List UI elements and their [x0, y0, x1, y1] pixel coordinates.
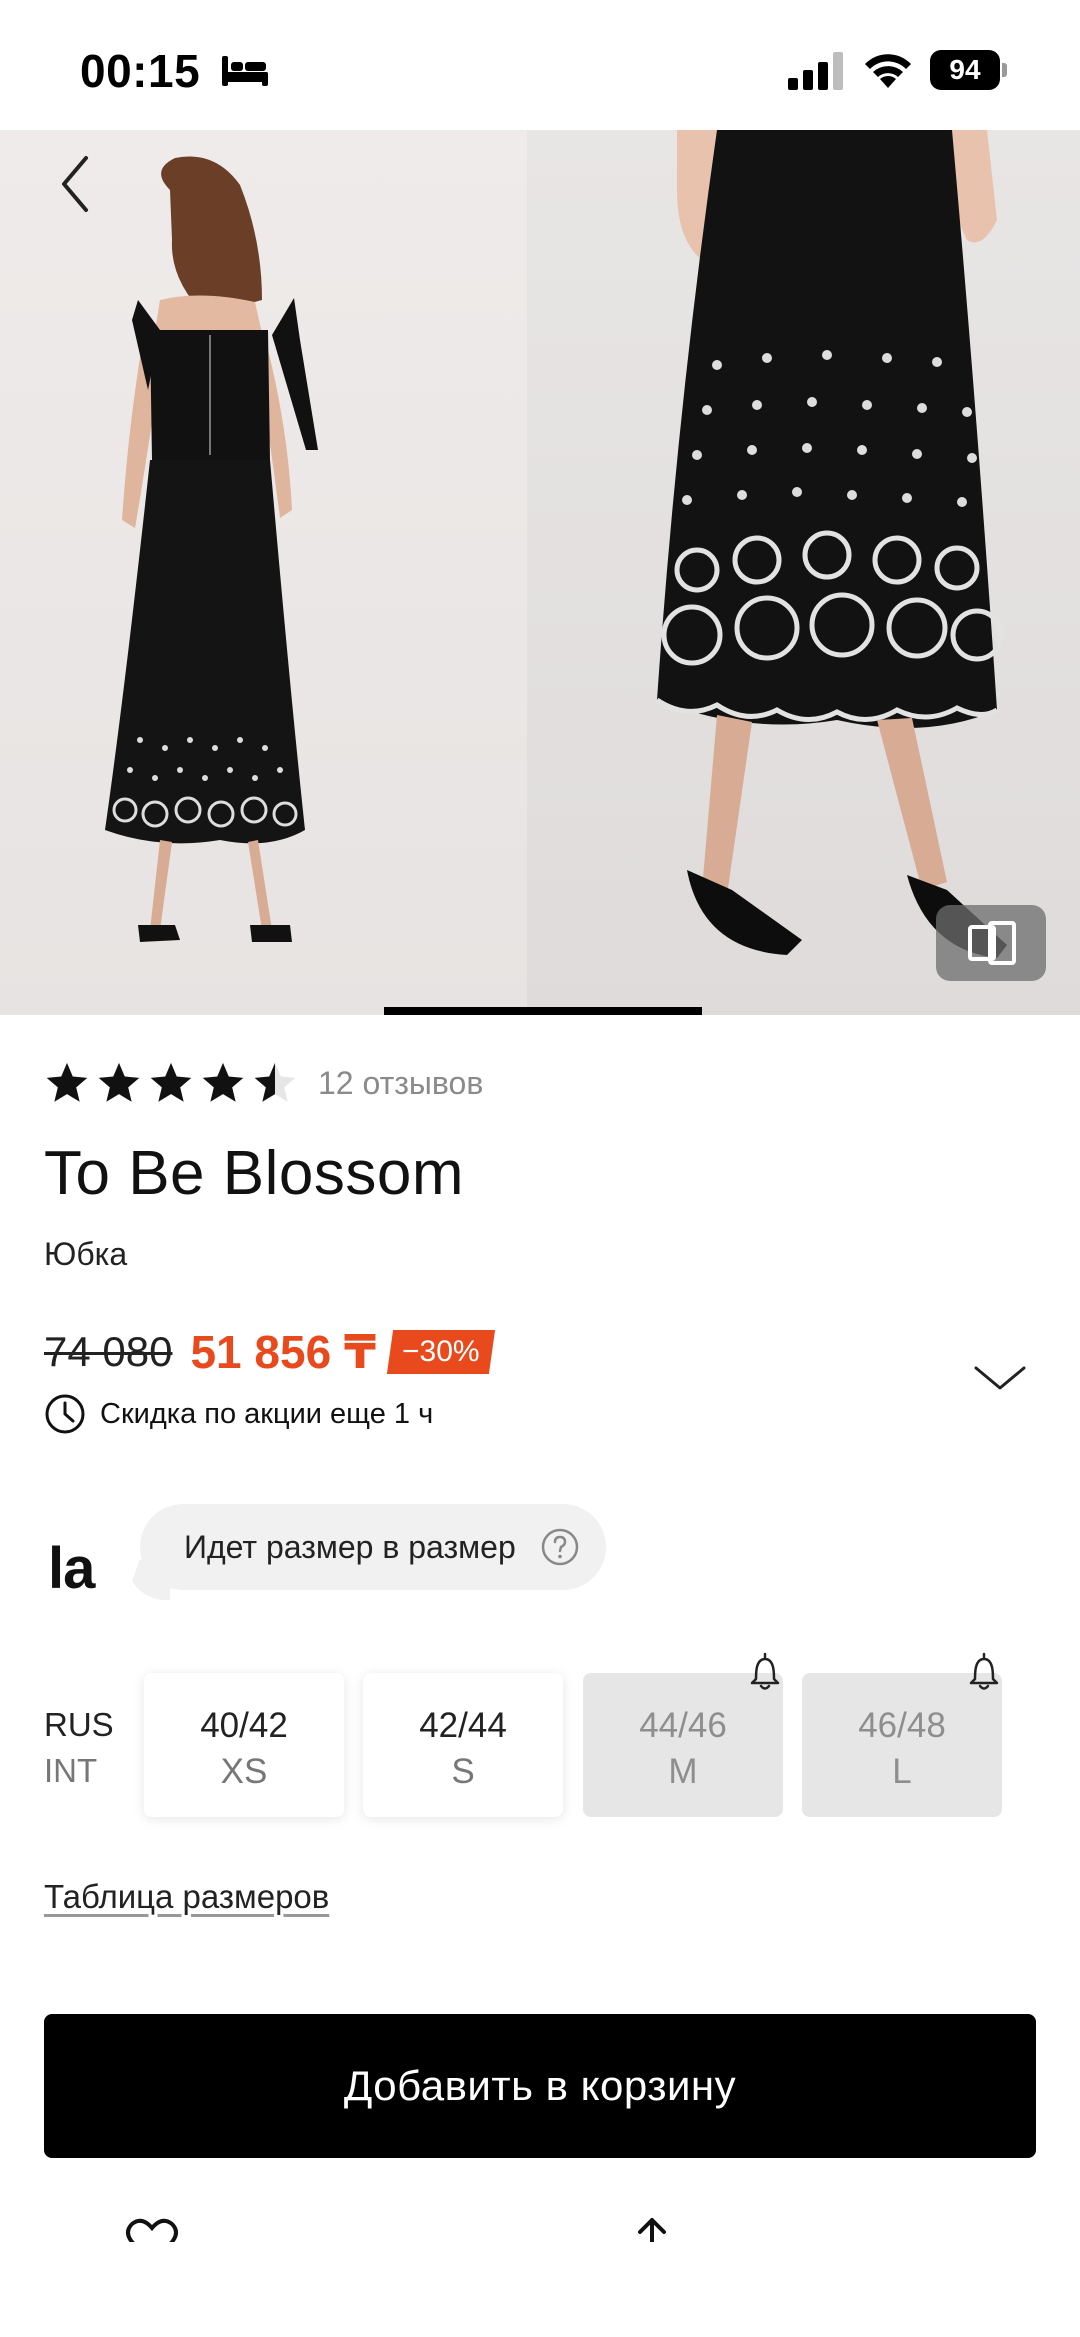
star-icon [46, 1062, 88, 1102]
back-button[interactable] [48, 144, 108, 224]
star-icon [150, 1062, 192, 1102]
gallery-page-indicator [384, 1007, 702, 1015]
half-star-icon [254, 1062, 296, 1102]
status-bar: 00:15 94 [0, 0, 1080, 130]
battery-level: 94 [930, 50, 1000, 90]
price-row: 74 080 51 856 ₸ −30% [44, 1322, 495, 1382]
add-to-cart-button[interactable]: Добавить в корзину [44, 2014, 1036, 2158]
bell-icon[interactable] [743, 1649, 787, 1693]
chevron-down-icon[interactable] [972, 1362, 1028, 1394]
size-label-int: INT [44, 1752, 98, 1789]
size-rus: 42/44 [419, 1706, 507, 1745]
view-mode-icon [968, 921, 1016, 965]
product-title: To Be Blossom [44, 1139, 465, 1208]
wifi-icon [865, 54, 911, 88]
size-label-rus: RUS [44, 1706, 114, 1743]
fit-tip-text: Идет размер в размер [184, 1528, 516, 1565]
signal-icon [788, 52, 843, 90]
help-icon[interactable] [540, 1527, 580, 1567]
model-back-view-photo[interactable] [0, 130, 527, 1015]
battery-icon: 94 [930, 50, 1008, 90]
size-int: M [668, 1752, 698, 1791]
size-option-m[interactable]: 44/46 M [583, 1652, 783, 1817]
size-int: L [892, 1752, 912, 1791]
product-type: Юбка [44, 1236, 128, 1272]
discount-badge: −30% [386, 1330, 495, 1374]
share-icon[interactable] [632, 2216, 672, 2242]
clock-icon [45, 1394, 85, 1434]
size-int: S [451, 1752, 475, 1791]
size-rus: 46/48 [858, 1706, 946, 1745]
size-chart-link[interactable]: Таблица размеров [44, 1878, 329, 1916]
reviews-count-link[interactable]: 12 отзывов [318, 1065, 483, 1102]
size-option-s[interactable]: 42/44 S [363, 1673, 563, 1817]
bottom-actions-partial [0, 2212, 1080, 2242]
rating-stars [44, 1060, 298, 1106]
size-option-l[interactable]: 46/48 L [802, 1652, 1002, 1817]
status-time: 00:15 [80, 45, 201, 97]
star-icon [202, 1062, 244, 1102]
size-option-xs[interactable]: 40/42 XS [144, 1673, 344, 1817]
size-int: XS [220, 1752, 268, 1791]
size-row-labels: RUS INT [44, 1702, 114, 1794]
current-price: 51 856 ₸ [190, 1326, 376, 1378]
product-gallery[interactable] [0, 130, 1080, 1015]
promo-timer: Скидка по акции еще 1 ч [44, 1393, 433, 1435]
view-mode-button[interactable] [936, 905, 1046, 981]
heart-icon[interactable] [124, 2216, 180, 2242]
bell-icon[interactable] [962, 1649, 1006, 1693]
fit-tip-bubble[interactable]: Идет размер в размер [140, 1504, 606, 1590]
brand-logo: la [48, 1536, 95, 1601]
size-rus: 40/42 [200, 1706, 288, 1745]
star-icon [98, 1062, 140, 1102]
rating-row[interactable]: 12 отзывов [44, 1058, 483, 1108]
promo-text: Скидка по акции еще 1 ч [100, 1397, 434, 1430]
size-rus: 44/46 [639, 1706, 727, 1745]
skirt-hem-closeup-photo[interactable] [527, 130, 1080, 1015]
old-price: 74 080 [44, 1328, 173, 1375]
bed-icon [222, 56, 268, 86]
